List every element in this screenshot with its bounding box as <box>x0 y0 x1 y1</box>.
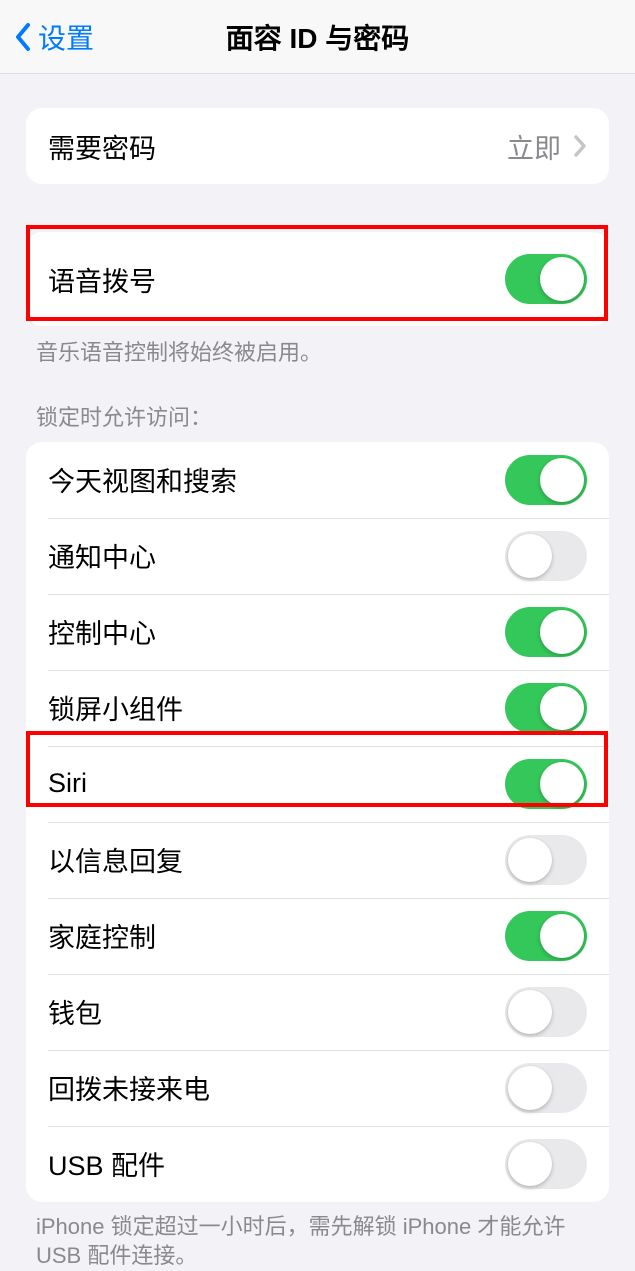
voice-dial-footer: 音乐语音控制将始终被启用。 <box>36 338 599 368</box>
locked-row-toggle[interactable] <box>505 531 587 581</box>
locked-row: 通知中心 <box>26 518 609 594</box>
voice-dial-label: 语音拨号 <box>48 260 505 299</box>
page-title: 面容 ID 与密码 <box>0 17 635 57</box>
voice-dial-toggle[interactable] <box>505 254 587 304</box>
chevron-right-icon <box>573 134 587 158</box>
locked-row-toggle[interactable] <box>505 835 587 885</box>
locked-row: Siri <box>26 746 609 822</box>
locked-row-label: Siri <box>48 768 505 799</box>
locked-row-label: 控制中心 <box>48 612 505 651</box>
locked-row: 以信息回复 <box>26 822 609 898</box>
locked-row-toggle[interactable] <box>505 911 587 961</box>
locked-row-label: USB 配件 <box>48 1144 505 1183</box>
locked-row-label: 钱包 <box>48 992 505 1031</box>
locked-row: 家庭控制 <box>26 898 609 974</box>
locked-row: 钱包 <box>26 974 609 1050</box>
locked-row: 控制中心 <box>26 594 609 670</box>
locked-row-toggle[interactable] <box>505 759 587 809</box>
locked-row-toggle[interactable] <box>505 683 587 733</box>
require-passcode-label: 需要密码 <box>48 127 507 166</box>
require-passcode-value: 立即 <box>507 127 561 166</box>
chevron-left-icon <box>14 22 32 52</box>
locked-row: USB 配件 <box>26 1126 609 1202</box>
locked-row-label: 回拨未接来电 <box>48 1068 505 1107</box>
locked-row-toggle[interactable] <box>505 1139 587 1189</box>
group-voice-dial: 语音拨号 <box>26 232 609 326</box>
locked-access-header: 锁定时允许访问： <box>36 400 599 432</box>
row-voice-dial: 语音拨号 <box>26 232 609 326</box>
back-label: 设置 <box>38 17 94 57</box>
locked-row: 锁屏小组件 <box>26 670 609 746</box>
locked-row-label: 通知中心 <box>48 536 505 575</box>
locked-row: 回拨未接来电 <box>26 1050 609 1126</box>
locked-row-toggle[interactable] <box>505 987 587 1037</box>
locked-row: 今天视图和搜索 <box>26 442 609 518</box>
group-locked-access: 今天视图和搜索通知中心控制中心锁屏小组件 Siri 以信息回复家庭控制钱包回拨未接来… <box>26 442 609 1202</box>
locked-row-label: 以信息回复 <box>48 840 505 879</box>
locked-row-toggle[interactable] <box>505 607 587 657</box>
locked-row-label: 锁屏小组件 <box>48 688 505 727</box>
group-require-passcode: 需要密码 立即 <box>26 108 609 184</box>
usb-footer: iPhone 锁定超过一小时后，需先解锁 iPhone 才能允许 USB 配件连… <box>36 1212 599 1271</box>
navigation-bar: 设置 面容 ID 与密码 <box>0 0 635 74</box>
locked-row-label: 今天视图和搜索 <box>48 460 505 499</box>
locked-row-toggle[interactable] <box>505 1063 587 1113</box>
locked-row-label: 家庭控制 <box>48 916 505 955</box>
locked-row-toggle[interactable] <box>505 455 587 505</box>
row-require-passcode[interactable]: 需要密码 立即 <box>26 108 609 184</box>
back-button[interactable]: 设置 <box>0 17 94 57</box>
